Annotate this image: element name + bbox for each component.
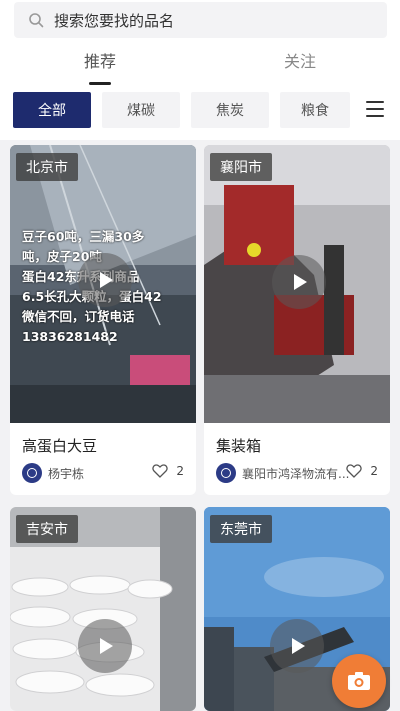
post-title: 高蛋白大豆 — [22, 437, 98, 455]
search-placeholder: 搜索您要找的品名 — [54, 11, 175, 30]
active-tab-indicator — [89, 82, 111, 85]
tab-recommend[interactable]: 推荐 — [60, 48, 140, 84]
play-icon — [100, 638, 113, 654]
play-button[interactable] — [272, 255, 326, 309]
heart-icon — [152, 464, 169, 478]
play-icon — [100, 272, 113, 288]
like-count: 2 — [176, 464, 184, 478]
post-author[interactable]: 杨宇栋 — [22, 463, 84, 483]
search-icon — [29, 13, 44, 28]
search-bar[interactable]: 搜索您要找的品名 — [14, 2, 387, 38]
city-badge: 东莞市 — [210, 515, 272, 543]
category-coal[interactable]: 煤碳 — [102, 92, 180, 128]
author-name: 杨宇栋 — [48, 466, 85, 481]
menu-icon[interactable] — [366, 101, 384, 119]
author-name: 襄阳市鸿泽物流有... — [242, 466, 350, 481]
city-badge: 北京市 — [16, 153, 78, 181]
play-icon — [292, 638, 305, 654]
play-button[interactable] — [78, 253, 132, 307]
category-coke[interactable]: 焦炭 — [191, 92, 269, 128]
like-button[interactable]: 2 — [346, 463, 378, 479]
top-bar: 搜索您要找的品名 推荐 关注 全部 煤碳 焦炭 粮食 — [0, 0, 400, 140]
feed-tabs: 推荐 关注 — [0, 48, 400, 84]
like-button[interactable]: 2 — [152, 463, 184, 479]
play-icon — [294, 274, 307, 290]
category-bar: 全部 煤碳 焦炭 粮食 — [0, 92, 400, 130]
category-all[interactable]: 全部 — [13, 92, 91, 128]
post-author[interactable]: 襄阳市鸿泽物流有... — [216, 463, 349, 483]
category-grain[interactable]: 粮食 — [280, 92, 350, 128]
post-card[interactable]: 北京市 豆子60吨，三漏30多 吨，皮子20吨 蛋白42东升系列商品 6.5长孔… — [10, 145, 196, 495]
post-title: 集装箱 — [216, 437, 262, 455]
camera-button[interactable] — [332, 654, 386, 708]
heart-icon — [346, 464, 363, 478]
avatar — [216, 463, 236, 483]
play-button[interactable] — [270, 619, 324, 673]
post-card[interactable]: 襄阳市 集装箱 襄阳市鸿泽物流有... 2 — [204, 145, 390, 495]
tab-follow[interactable]: 关注 — [260, 48, 340, 84]
city-badge: 襄阳市 — [210, 153, 272, 181]
city-badge: 吉安市 — [16, 515, 78, 543]
like-count: 2 — [370, 464, 378, 478]
avatar — [22, 463, 42, 483]
post-card[interactable]: 吉安市 — [10, 507, 196, 711]
camera-icon — [348, 672, 370, 690]
play-button[interactable] — [78, 619, 132, 673]
